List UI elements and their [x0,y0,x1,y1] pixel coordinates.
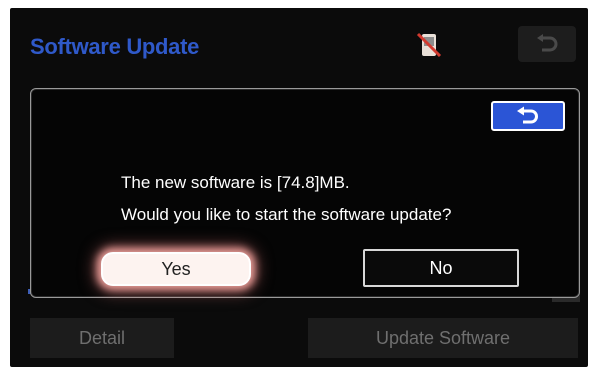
message-line-size: The new software is [74.8]MB. [121,173,350,192]
back-button[interactable] [518,26,576,62]
update-software-button[interactable]: Update Software [308,318,578,358]
dialog-back-button[interactable] [491,101,565,131]
screen: Software Update — ——— ———— ——— ———— ————… [10,8,588,367]
back-arrow-icon [517,106,538,124]
confirmation-dialog: The new software is [74.8]MB. Would you … [30,88,580,298]
message-line-question: Would you like to start the software upd… [121,205,452,224]
phone-disconnected-icon [412,28,446,62]
detail-button[interactable]: Detail [30,318,174,358]
yes-button[interactable]: Yes [101,252,251,286]
no-button[interactable]: No [363,249,519,287]
back-arrow-icon [537,34,558,52]
page-title: Software Update [30,34,200,59]
